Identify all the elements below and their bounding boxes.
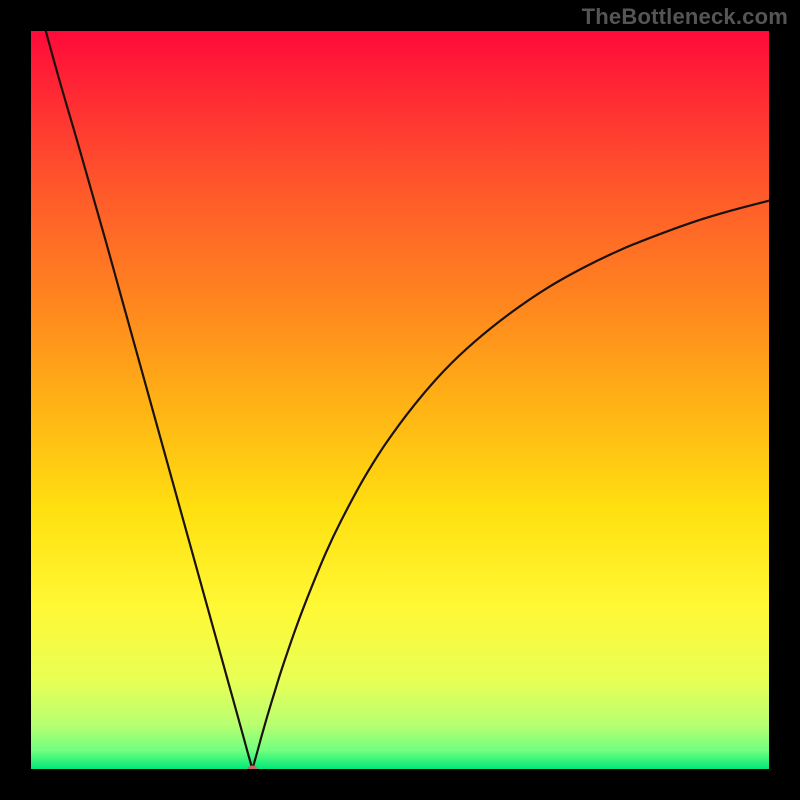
chart-svg (31, 31, 769, 769)
plot-area (31, 31, 769, 769)
gradient-background (31, 31, 769, 769)
chart-container: TheBottleneck.com (0, 0, 800, 800)
watermark-text: TheBottleneck.com (582, 4, 788, 30)
